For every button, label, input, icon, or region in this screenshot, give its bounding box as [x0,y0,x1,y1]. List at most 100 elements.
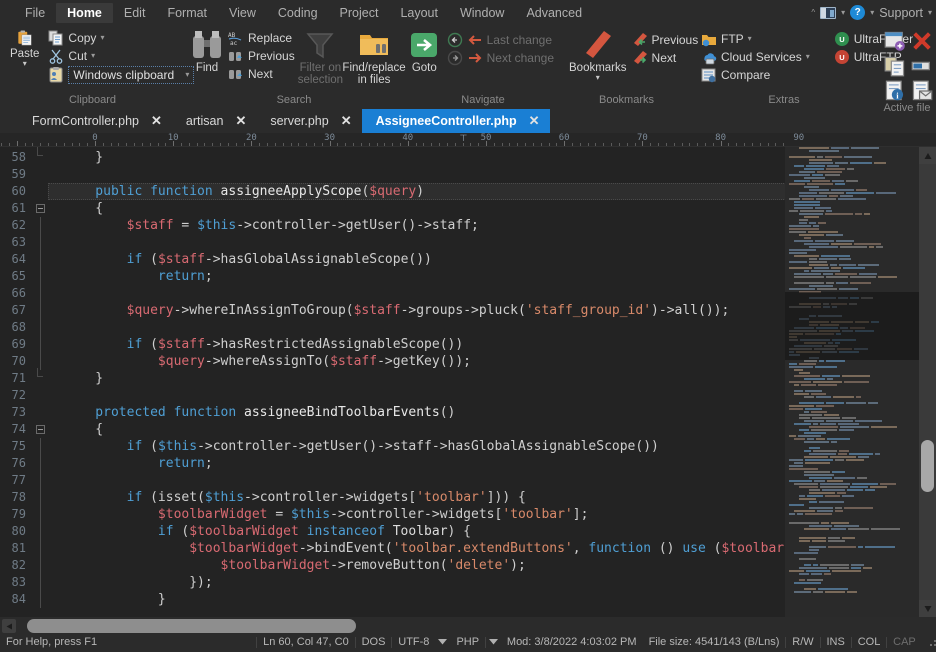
cloud-services-button[interactable]: Cloud Services ▾ [698,48,813,65]
fold-collapse-icon[interactable] [35,204,45,214]
svg-text:ac: ac [230,40,238,46]
filter-on-selection-button[interactable]: Filter on selection [298,28,343,86]
find-replace-in-files-button[interactable]: Find/replace in files [342,28,406,86]
file-tab-1[interactable]: artisan ✕ [171,109,257,133]
minimap-line [785,240,919,242]
file-tab-2[interactable]: server.php ✕ [256,109,362,133]
horizontal-scrollbar-thumb[interactable] [27,619,357,633]
chevron-left-icon [6,623,12,629]
status-column-mode[interactable]: COL [852,635,887,649]
file-tab-bar: FormController.php ✕ artisan ✕ server.php ✕ As… [0,109,936,133]
cloud-services-dropdown-icon[interactable]: ▾ [806,52,810,61]
ruler-tick [478,143,480,146]
clipboard-source-select[interactable]: Windows clipboard ▾ [68,65,195,84]
status-encoding[interactable]: UTF-8 [392,635,435,649]
copy-file-icon[interactable] [884,55,906,77]
file-tab-close-icon[interactable]: ✕ [341,113,352,129]
rename-file-icon[interactable] [911,55,933,77]
email-file-icon[interactable] [911,80,933,102]
vertical-scrollbar-thumb[interactable] [921,440,934,492]
find-next-button[interactable]: Next [225,65,298,82]
menu-item-project[interactable]: Project [329,3,390,23]
minimap-token [822,489,845,491]
status-readwrite[interactable]: R/W [786,635,819,649]
code-token: ) { [447,524,472,539]
file-tab-close-icon[interactable]: ✕ [151,113,162,129]
minimap-token [830,456,856,458]
bookmarks-button[interactable]: Bookmarks ▾ [569,28,627,82]
scroll-up-button[interactable] [919,147,936,164]
close-file-icon[interactable] [911,30,933,52]
ftp-dropdown-icon[interactable]: ▾ [748,34,752,43]
minimap-line [785,420,919,422]
status-line-ending[interactable]: DOS [356,635,392,649]
paste-dropdown-icon[interactable]: ▾ [23,59,27,68]
next-change-button[interactable]: Next change [444,49,557,66]
resize-grip[interactable] [926,636,936,648]
help-icon[interactable]: ? [850,5,866,20]
menu-item-coding[interactable]: Coding [267,3,329,23]
horizontal-scrollbar[interactable] [0,617,936,635]
clipboard-source-row[interactable]: Windows clipboard ▾ [45,65,197,84]
menu-item-edit[interactable]: Edit [113,3,157,23]
minimap-token [826,402,844,404]
menu-item-view[interactable]: View [218,3,267,23]
collapse-ribbon-icon[interactable]: ^ [811,8,815,17]
menu-item-advanced[interactable]: Advanced [515,3,593,23]
cut-button[interactable]: Cut ▾ [45,47,197,64]
menu-item-home[interactable]: Home [56,2,113,23]
last-change-button[interactable]: Last change [444,31,557,48]
status-encoding-caret-icon[interactable] [435,635,450,649]
menu-item-format[interactable]: Format [156,3,218,23]
status-insert-mode[interactable]: INS [821,635,851,649]
file-tab-0[interactable]: FormController.php ✕ [18,109,172,133]
minimap-line [785,480,919,482]
line-number: 66 [11,286,26,300]
menu-item-window[interactable]: Window [449,3,515,23]
scroll-down-button[interactable] [919,600,936,617]
new-window-icon[interactable] [884,30,906,52]
replace-button[interactable]: AB ac Replace [225,29,298,46]
menu-item-layout[interactable]: Layout [389,3,449,23]
file-info-icon[interactable]: i [884,80,906,102]
find-button[interactable]: Find [191,28,223,74]
help-dropdown-icon[interactable]: ▾ [870,8,874,17]
status-language[interactable]: PHP [450,635,485,649]
file-tab-close-icon[interactable]: ✕ [235,113,246,129]
support-menu[interactable]: Support [879,6,923,20]
code-fold-gutter[interactable] [32,147,48,617]
copy-dropdown-icon[interactable]: ▾ [100,33,104,42]
file-tab-3[interactable]: AssigneeController.php ✕ [361,109,550,133]
vertical-scrollbar[interactable] [919,147,936,617]
ribbon-group-clipboard-title: Clipboard [68,94,117,106]
goto-arrow-icon [411,33,438,57]
ftp-button[interactable]: FTP ▾ [698,30,813,47]
menu-item-file[interactable]: File [14,3,56,23]
minimap-line [785,507,919,509]
restore-dropdown-icon[interactable]: ▾ [841,8,845,17]
code-minimap[interactable] [785,147,919,617]
compare-button[interactable]: Compare [698,66,813,83]
goto-button[interactable]: Goto [409,28,440,74]
copy-button[interactable]: Copy ▾ [45,29,197,46]
ftp-icon [702,34,716,46]
minimap-line [785,528,919,530]
find-previous-button[interactable]: Previous [225,47,298,64]
scroll-left-button[interactable] [2,619,16,633]
file-tab-close-icon[interactable]: ✕ [529,113,540,129]
status-language-caret-icon[interactable] [486,635,501,649]
horizontal-scrollbar-track[interactable] [18,619,932,633]
minimap-viewport[interactable] [785,292,919,360]
minimap-token [804,378,825,380]
fold-marker[interactable] [32,421,48,438]
status-cursor-position[interactable]: Ln 60, Col 47, C0 [257,635,355,649]
fold-collapse-icon[interactable] [35,425,45,435]
cut-dropdown-icon[interactable]: ▾ [91,51,95,60]
fold-marker[interactable] [32,200,48,217]
restore-window-icon[interactable] [820,6,837,19]
minimap-token [826,420,853,422]
paste-button[interactable]: Paste ▾ [10,28,39,68]
bookmarks-dropdown-icon[interactable]: ▾ [596,73,600,82]
minimap-token [794,369,803,371]
support-dropdown-icon[interactable]: ▾ [928,8,932,17]
